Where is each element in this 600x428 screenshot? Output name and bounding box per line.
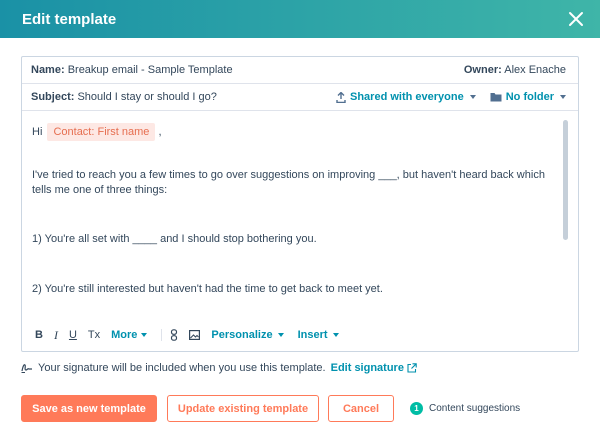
chevron-down-icon: [141, 333, 148, 337]
editor-scrollbar[interactable]: [563, 120, 568, 240]
greeting-line: Hi Contact: First name,: [32, 123, 555, 141]
template-name[interactable]: Name: Breakup email - Sample Template: [31, 64, 233, 76]
sharing-dropdown[interactable]: Shared with everyone: [336, 91, 476, 103]
folder-label: No folder: [505, 91, 554, 103]
body-paragraph: I've tried to reach you a few times to g…: [32, 169, 545, 196]
signature-text: Your signature will be included when you…: [38, 362, 326, 374]
more-dropdown[interactable]: More: [111, 329, 148, 341]
subject-row: Subject: Should I stay or should I go? S…: [22, 84, 578, 111]
edit-signature-link[interactable]: Edit signature: [331, 362, 417, 374]
greeting-text: Hi: [32, 126, 43, 138]
external-link-icon: [407, 363, 417, 373]
owner-value: Alex Enache: [504, 64, 566, 76]
link-icon: [171, 329, 178, 341]
chevron-down-icon: [560, 95, 566, 99]
italic-button[interactable]: I: [54, 328, 58, 343]
template-owner: Owner: Alex Enache: [464, 64, 566, 76]
bold-button[interactable]: B: [35, 329, 43, 341]
subject-label: Subject:: [31, 91, 75, 103]
clear-format-button[interactable]: Tx: [88, 329, 100, 341]
folder-dropdown[interactable]: No folder: [490, 91, 566, 103]
name-label: Name:: [31, 64, 65, 76]
personalize-dropdown[interactable]: Personalize: [211, 329, 284, 341]
owner-label: Owner:: [463, 64, 502, 76]
suggestions-count-badge: 1: [410, 402, 423, 415]
subject-actions: Shared with everyone No folder: [336, 91, 566, 103]
template-editor: Name: Breakup email - Sample Template Ow…: [21, 56, 579, 352]
insert-label: Insert: [297, 329, 328, 341]
signature-notice: Your signature will be included when you…: [21, 362, 417, 374]
edit-signature-label: Edit signature: [330, 362, 404, 374]
suggestions-label: Content suggestions: [429, 403, 521, 414]
update-existing-button[interactable]: Update existing template: [167, 395, 319, 422]
more-label: More: [111, 329, 138, 341]
chevron-down-icon: [277, 333, 284, 337]
chevron-down-icon: [469, 95, 476, 99]
subject-value: Should I stay or should I go?: [77, 91, 217, 103]
greeting-comma: ,: [158, 126, 162, 138]
subject-field[interactable]: Subject: Should I stay or should I go?: [31, 91, 217, 103]
body-paragraph: 1) You're all set with ____ and I should…: [32, 233, 317, 245]
close-icon[interactable]: [568, 11, 584, 27]
image-icon: [189, 330, 201, 340]
dialog-header: Edit template: [0, 0, 600, 38]
dialog-footer: Save as new template Update existing tem…: [21, 395, 520, 422]
cancel-button[interactable]: Cancel: [328, 395, 394, 422]
insert-dropdown[interactable]: Insert: [298, 329, 339, 341]
signature-icon: [21, 364, 32, 373]
content-suggestions[interactable]: 1 Content suggestions: [410, 402, 520, 415]
name-value: Breakup email - Sample Template: [67, 64, 233, 76]
toolbar-divider: [161, 329, 163, 341]
underline-button[interactable]: U: [69, 329, 77, 341]
sharing-label: Shared with everyone: [350, 91, 464, 103]
share-icon: [336, 91, 346, 103]
email-body[interactable]: Hi Contact: First name, I've tried to re…: [22, 112, 565, 322]
image-button[interactable]: [189, 330, 201, 340]
link-button[interactable]: [170, 329, 178, 341]
name-row: Name: Breakup email - Sample Template Ow…: [22, 57, 578, 84]
personalize-label: Personalize: [211, 329, 273, 341]
format-toolbar: B I U Tx More Personalize Insert: [35, 327, 353, 343]
body-paragraph: 2) You're still interested but haven't h…: [32, 283, 383, 295]
personalization-token[interactable]: Contact: First name: [47, 123, 156, 141]
chevron-down-icon: [332, 333, 339, 337]
save-as-new-button[interactable]: Save as new template: [21, 395, 157, 422]
dialog-title: Edit template: [22, 10, 117, 28]
folder-icon: [490, 93, 502, 102]
